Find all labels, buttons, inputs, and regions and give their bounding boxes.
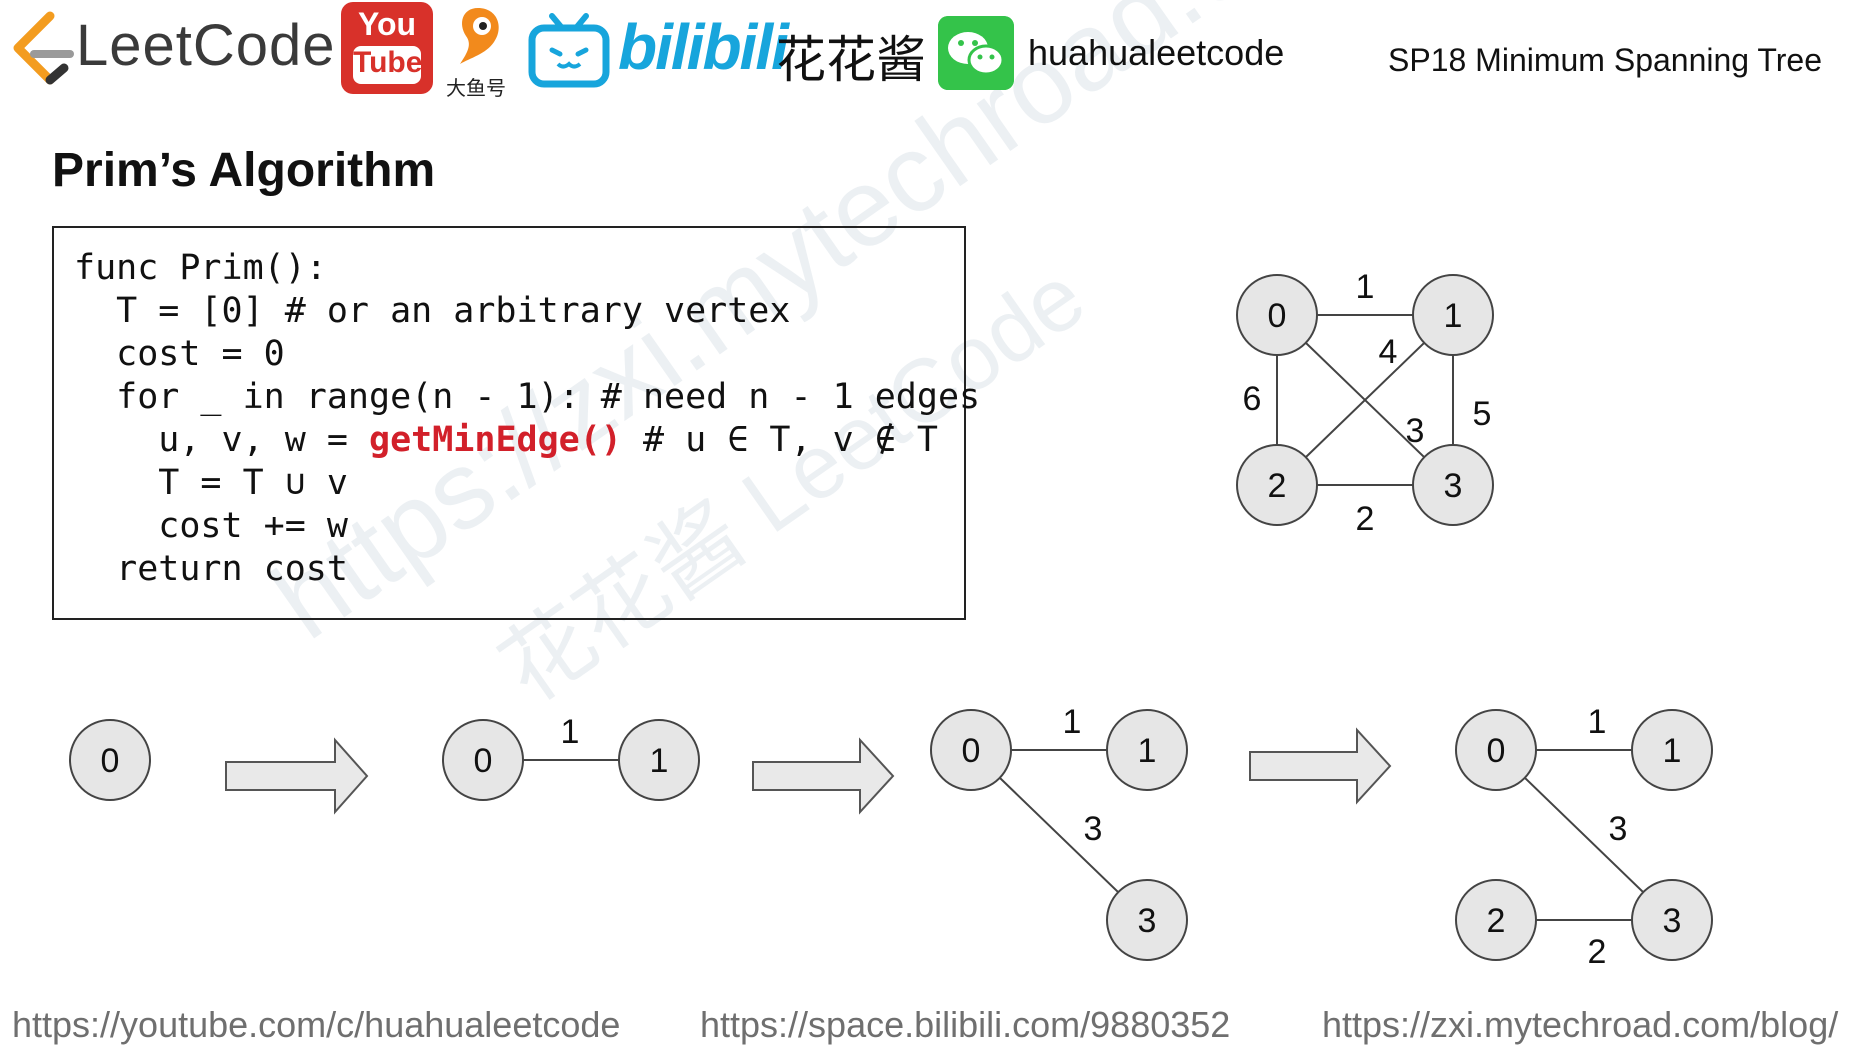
bilibili-tv-icon bbox=[528, 13, 610, 88]
author-handle: huahualeetcode bbox=[1028, 32, 1285, 73]
bilibili-wordmark: bilibili bbox=[618, 11, 789, 83]
step-edge-weight: 2 bbox=[1588, 933, 1607, 971]
youtube-logo-bottom-text: Tube bbox=[353, 46, 423, 79]
code-line-5-prefix: u, v, w = bbox=[74, 420, 370, 460]
code-line-1: func Prim(): bbox=[74, 248, 327, 288]
step-edge-weight: 1 bbox=[1063, 703, 1082, 741]
graph-node-label: 0 bbox=[1268, 297, 1287, 335]
step-node-label: 3 bbox=[1663, 902, 1682, 940]
graph-node-label: 2 bbox=[1268, 467, 1287, 505]
edge-weight-label: 6 bbox=[1243, 380, 1262, 418]
step-arrow-2 bbox=[752, 737, 895, 815]
step-edge-weight: 3 bbox=[1609, 810, 1628, 848]
step-node-label: 0 bbox=[101, 742, 120, 780]
code-line-4: for _ in range(n - 1): # need n - 1 edge… bbox=[74, 377, 981, 417]
step-edge-weight: 3 bbox=[1084, 810, 1103, 848]
step-node-label: 0 bbox=[962, 732, 981, 770]
footer-blog-link[interactable]: https://zxi.mytechroad.com/blog/ bbox=[1322, 1004, 1838, 1046]
code-line-5: u, v, w = getMinEdge() # u ∈ T, v ∉ T bbox=[74, 420, 938, 460]
step-node-label: 2 bbox=[1487, 902, 1506, 940]
edge-weight-label: 4 bbox=[1379, 333, 1398, 371]
leetcode-wordmark: LeetCode bbox=[76, 13, 336, 78]
code-line-2: T = [0] # or an arbitrary vertex bbox=[74, 291, 791, 331]
prim-steps-diagram: 0 0 1 1 0 1 3 1 3 0 1 2 3 1 3 2 bbox=[69, 703, 1713, 971]
footer-youtube-link[interactable]: https://youtube.com/c/huahualeetcode bbox=[12, 1004, 620, 1046]
step-node-label: 3 bbox=[1138, 902, 1157, 940]
step-node-label: 0 bbox=[474, 742, 493, 780]
wechat-logo-icon bbox=[938, 16, 1014, 90]
edge-weight-label: 5 bbox=[1473, 395, 1492, 433]
step-edge-weight: 1 bbox=[1588, 703, 1607, 741]
step-arrow-1 bbox=[225, 737, 369, 815]
code-line-3: cost = 0 bbox=[74, 334, 285, 374]
slide-title: SP18 Minimum Spanning Tree bbox=[1388, 42, 1822, 78]
douyu-logo-icon bbox=[460, 8, 499, 64]
edge-weight-label: 3 bbox=[1406, 412, 1425, 450]
leetcode-logo-icon bbox=[13, 11, 74, 85]
page-heading: Prim’s Algorithm bbox=[52, 144, 436, 197]
graph-node-label: 3 bbox=[1444, 467, 1463, 505]
main-graph: 0 1 2 3 1 4 6 3 5 2 bbox=[1236, 268, 1494, 538]
youtube-logo-top-text: You bbox=[357, 6, 417, 42]
footer-bilibili-link[interactable]: https://space.bilibili.com/9880352 bbox=[700, 1004, 1230, 1046]
step-node-label: 1 bbox=[1138, 732, 1157, 770]
code-line-7: cost += w bbox=[74, 506, 348, 546]
step-arrow-3 bbox=[1249, 727, 1392, 805]
step-node-label: 1 bbox=[650, 742, 669, 780]
edge-weight-label: 2 bbox=[1356, 500, 1375, 538]
douyu-label: 大鱼号 bbox=[446, 78, 506, 100]
code-line-8: return cost bbox=[74, 549, 348, 589]
step-edge-weight: 1 bbox=[561, 713, 580, 751]
code-line-5-suffix: # u ∈ T, v ∉ T bbox=[621, 420, 938, 460]
edge-weight-label: 1 bbox=[1356, 268, 1375, 306]
author-name-cn: 花花酱 bbox=[776, 31, 926, 89]
graph-node-label: 1 bbox=[1444, 297, 1463, 335]
code-highlight-getminedge: getMinEdge() bbox=[369, 420, 622, 460]
step-node-label: 1 bbox=[1663, 732, 1682, 770]
code-line-6: T = T ∪ v bbox=[74, 463, 348, 503]
code-block: func Prim(): T = [0] # or an arbitrary v… bbox=[52, 226, 980, 620]
step-node-label: 0 bbox=[1487, 732, 1506, 770]
